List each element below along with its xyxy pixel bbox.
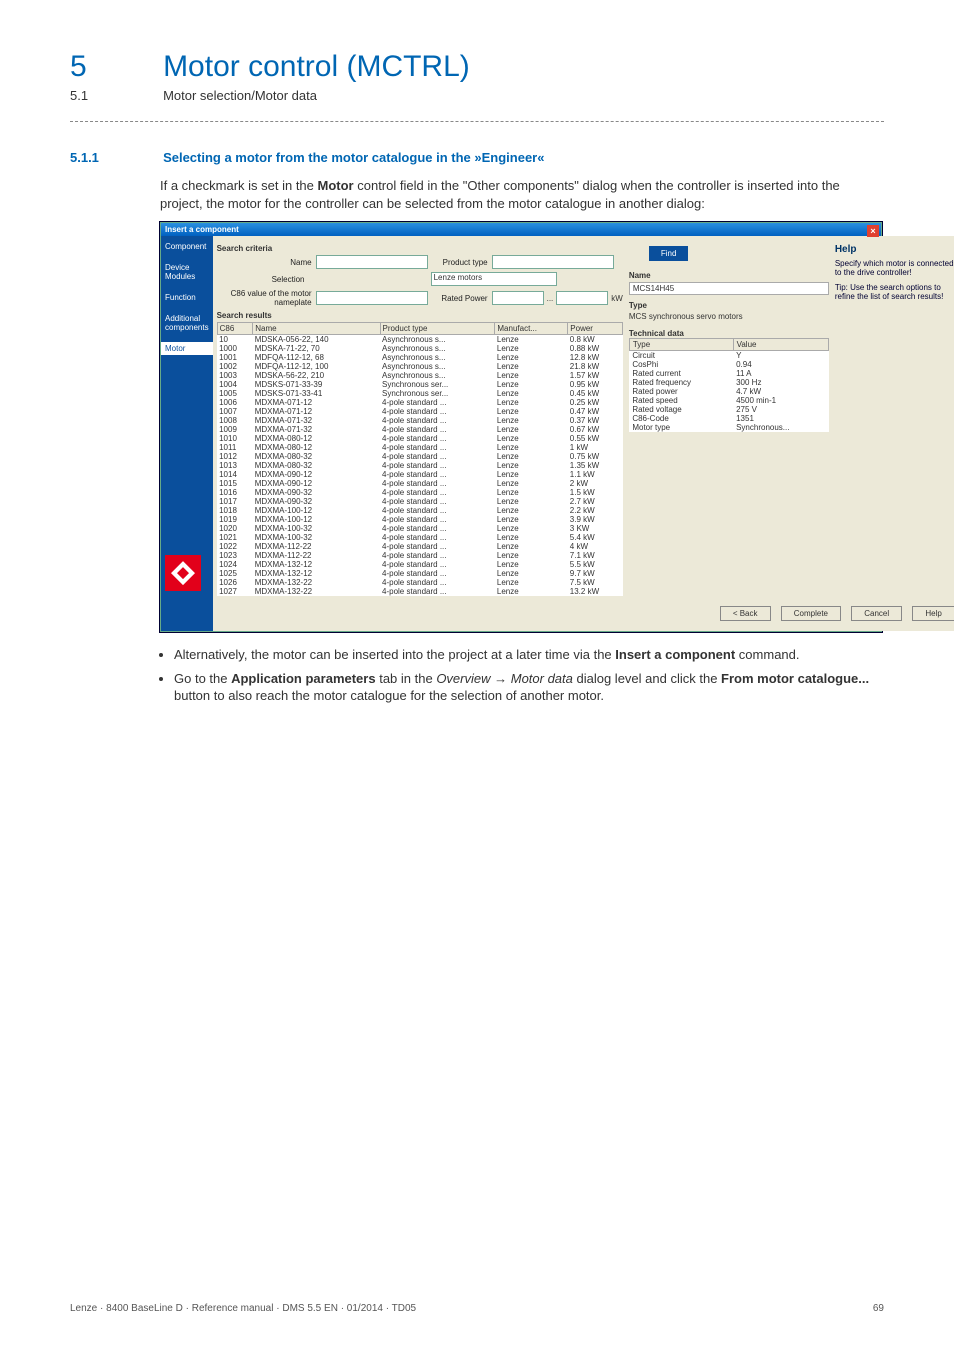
cancel-button[interactable]: Cancel [851, 606, 902, 621]
table-row[interactable]: 1023MDXMA-112-224-pole standard ...Lenze… [217, 551, 622, 560]
close-icon[interactable]: × [867, 225, 879, 237]
help-button[interactable]: Help [912, 606, 954, 621]
table-row[interactable]: 1008MDXMA-071-324-pole standard ...Lenze… [217, 416, 622, 425]
tech-row: C86-Code1351 [629, 414, 828, 423]
back-button[interactable]: < Back [720, 606, 771, 621]
notes-list: Alternatively, the motor can be inserted… [160, 646, 884, 705]
section-number: 5.1 [70, 88, 160, 103]
subsection-title: Selecting a motor from the motor catalog… [163, 150, 544, 165]
table-row[interactable]: 1006MDXMA-071-124-pole standard ...Lenze… [217, 398, 622, 407]
help-text-2: Tip: Use the search options to refine th… [835, 283, 954, 301]
table-row[interactable]: 1022MDXMA-112-224-pole standard ...Lenze… [217, 542, 622, 551]
search-criteria-label: Search criteria [217, 244, 623, 253]
table-row[interactable]: 1018MDXMA-100-124-pole standard ...Lenze… [217, 506, 622, 515]
info-type-value: MCS synchronous servo motors [629, 312, 829, 321]
table-row[interactable]: 1024MDXMA-132-124-pole standard ...Lenze… [217, 560, 622, 569]
rated-power-label: Rated Power [428, 294, 492, 303]
table-header[interactable]: C86 [217, 323, 253, 335]
dialog-screenshot: Insert a component × Component Device Mo… [160, 222, 882, 632]
section-title: Motor selection/Motor data [163, 88, 317, 103]
table-row[interactable]: 10MDSKA-056-22, 140Asynchronous s...Lenz… [217, 335, 622, 345]
tech-row: Motor typeSynchronous... [629, 423, 828, 432]
table-row[interactable]: 1016MDXMA-090-324-pole standard ...Lenze… [217, 488, 622, 497]
table-row[interactable]: 1012MDXMA-080-324-pole standard ...Lenze… [217, 452, 622, 461]
table-row[interactable]: 1004MDSKS-071-33-39Synchronous ser...Len… [217, 380, 622, 389]
help-text-1: Specify which motor is connected to the … [835, 259, 954, 277]
chapter-number: 5 [70, 50, 160, 84]
info-name-value: MCS14H45 [629, 282, 829, 295]
rated-power-min[interactable] [492, 291, 544, 305]
product-type-label: Product type [428, 258, 492, 267]
sidebar-item-additional[interactable]: Additional components [165, 314, 209, 332]
sidebar-item-motor[interactable]: Motor [161, 342, 213, 355]
c86-label: C86 value of the motor nameplate [217, 289, 316, 307]
note-2: Go to the Application parameters tab in … [174, 670, 884, 705]
info-name-label: Name [629, 271, 651, 280]
table-row[interactable]: 1002MDFQA-112-12, 100Asynchronous s...Le… [217, 362, 622, 371]
selection-select[interactable]: Lenze motors [431, 272, 557, 286]
table-row[interactable]: 1005MDSKS-071-33-41Synchronous ser...Len… [217, 389, 622, 398]
table-row[interactable]: 1025MDXMA-132-124-pole standard ...Lenze… [217, 569, 622, 578]
selection-label: Selection [217, 275, 431, 284]
info-type-label: Type [629, 301, 647, 310]
sidebar-item-device-modules[interactable]: Device Modules [165, 263, 209, 281]
table-row[interactable]: 1020MDXMA-100-324-pole standard ...Lenze… [217, 524, 622, 533]
product-type-select[interactable] [492, 255, 614, 269]
table-row[interactable]: 1003MDSKA-56-22, 210Asynchronous s...Len… [217, 371, 622, 380]
table-row[interactable]: 1014MDXMA-090-124-pole standard ...Lenze… [217, 470, 622, 479]
table-row[interactable]: 1013MDXMA-080-324-pole standard ...Lenze… [217, 461, 622, 470]
rated-power-dots: ... [544, 294, 557, 303]
table-row[interactable]: 1019MDXMA-100-124-pole standard ...Lenze… [217, 515, 622, 524]
rated-power-unit: kW [608, 294, 623, 303]
tech-row: CosPhi0.94 [629, 360, 828, 369]
table-row[interactable]: 1021MDXMA-100-324-pole standard ...Lenze… [217, 533, 622, 542]
intro-text: If a checkmark is set in the Motor contr… [160, 177, 884, 212]
help-title: Help [835, 244, 857, 255]
name-label: Name [217, 258, 316, 267]
tech-row: Rated frequency300 Hz [629, 378, 828, 387]
table-row[interactable]: 1009MDXMA-071-324-pole standard ...Lenze… [217, 425, 622, 434]
table-row[interactable]: 1010MDXMA-080-124-pole standard ...Lenze… [217, 434, 622, 443]
lenze-logo-icon [165, 555, 201, 591]
note-1: Alternatively, the motor can be inserted… [174, 646, 884, 664]
name-input[interactable] [316, 255, 428, 269]
tech-row: Rated current11 A [629, 369, 828, 378]
complete-button[interactable]: Complete [781, 606, 841, 621]
find-button[interactable]: Find [649, 246, 689, 261]
table-row[interactable]: 1011MDXMA-080-124-pole standard ...Lenze… [217, 443, 622, 452]
dialog-title-text: Insert a component [165, 225, 239, 234]
table-row[interactable]: 1007MDXMA-071-124-pole standard ...Lenze… [217, 407, 622, 416]
tech-row: Rated speed4500 min-1 [629, 396, 828, 405]
dialog-sidebar: Component Device Modules Function Additi… [161, 236, 213, 631]
dialog-titlebar: Insert a component × [161, 223, 881, 236]
tech-row: CircuitY [629, 351, 828, 361]
c86-input[interactable] [316, 291, 428, 305]
table-header[interactable]: Manufact... [495, 323, 568, 335]
search-results-label: Search results [217, 311, 623, 320]
sidebar-item-component[interactable]: Component [165, 242, 209, 251]
rated-power-max[interactable] [556, 291, 608, 305]
table-header[interactable]: Product type [380, 323, 495, 335]
divider [70, 121, 884, 122]
tech-row: Rated power4.7 kW [629, 387, 828, 396]
table-row[interactable]: 1001MDFQA-112-12, 68Asynchronous s...Len… [217, 353, 622, 362]
tech-data-table: TypeValueCircuitYCosPhi0.94Rated current… [629, 338, 829, 432]
table-row[interactable]: 1027MDXMA-132-224-pole standard ...Lenze… [217, 587, 622, 596]
tech-row: Rated voltage275 V [629, 405, 828, 414]
page-number: 69 [873, 1303, 884, 1314]
subsection-number: 5.1.1 [70, 150, 160, 165]
footer-text: Lenze · 8400 BaseLine D · Reference manu… [70, 1303, 416, 1314]
table-header[interactable]: Power [568, 323, 623, 335]
sidebar-item-function[interactable]: Function [165, 293, 209, 302]
table-row[interactable]: 1026MDXMA-132-224-pole standard ...Lenze… [217, 578, 622, 587]
help-panel: Help Specify which motor is connected to… [829, 240, 954, 596]
chapter-title: Motor control (MCTRL) [163, 50, 470, 84]
tech-data-label: Technical data [629, 329, 684, 338]
table-row[interactable]: 1015MDXMA-090-124-pole standard ...Lenze… [217, 479, 622, 488]
results-table[interactable]: C86NameProduct typeManufact...Power10MDS… [217, 322, 623, 596]
table-header[interactable]: Name [253, 323, 380, 335]
table-row[interactable]: 1000MDSKA-71-22, 70Asynchronous s...Lenz… [217, 344, 622, 353]
table-row[interactable]: 1017MDXMA-090-324-pole standard ...Lenze… [217, 497, 622, 506]
